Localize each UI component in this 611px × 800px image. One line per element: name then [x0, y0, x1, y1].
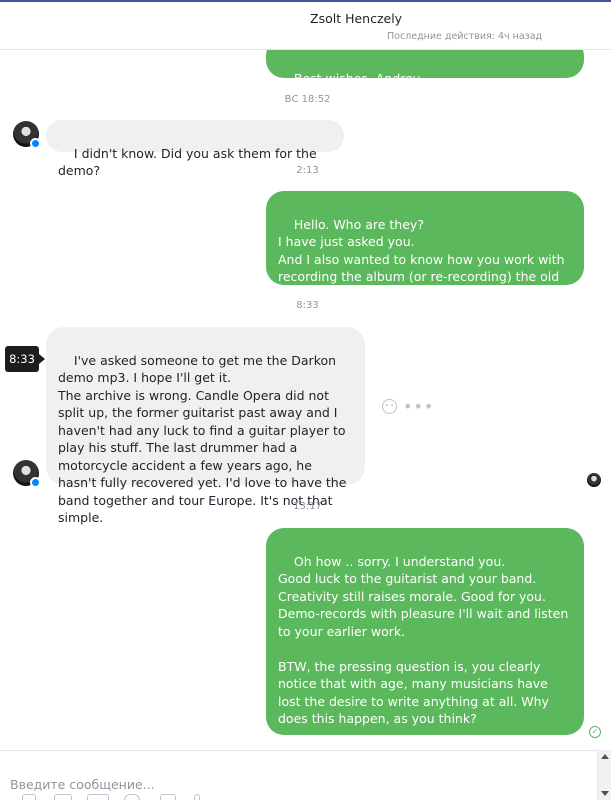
- scroll-down-icon[interactable]: [601, 791, 609, 796]
- message-text: I've asked someone to get me the Darkon …: [58, 352, 347, 526]
- sticker-icon[interactable]: [22, 794, 36, 800]
- timestamp: ВС 18:52: [284, 94, 331, 105]
- seen-avatar: [587, 473, 601, 487]
- contact-name[interactable]: Zsolt Henczely: [0, 11, 611, 26]
- message-text: Oh how .. sorry. I understand you. Good …: [278, 553, 569, 751]
- message-input[interactable]: [0, 751, 597, 800]
- contact-avatar[interactable]: [13, 460, 41, 488]
- messenger-badge-icon: [30, 138, 41, 149]
- message-list[interactable]: Best wishes, Andrey ВС 18:52 I didn't kn…: [0, 50, 611, 750]
- check-circle-icon: ✓: [589, 726, 601, 738]
- message-bubble-outgoing[interactable]: Oh how .. sorry. I understand you. Good …: [266, 528, 584, 750]
- timestamp: 2:13: [296, 165, 319, 176]
- message-bubble-incoming[interactable]: I've asked someone to get me the Darkon …: [46, 327, 365, 525]
- message-bubble-outgoing[interactable]: Best wishes, Andrey: [266, 50, 584, 86]
- timestamp: 8:33: [296, 300, 319, 311]
- message-composer: [0, 750, 597, 800]
- message-text: Hello. Who are they? I have just asked y…: [278, 216, 565, 302]
- scroll-up-icon[interactable]: [601, 754, 609, 759]
- contact-avatar[interactable]: [13, 121, 41, 149]
- attach-icon[interactable]: [194, 794, 200, 800]
- time-tooltip: 8:33: [5, 346, 45, 372]
- emoji-icon[interactable]: [124, 794, 140, 800]
- more-icon[interactable]: •••: [403, 399, 434, 415]
- message-bubble-outgoing[interactable]: Hello. Who are they? I have just asked y…: [266, 191, 584, 302]
- camera-icon[interactable]: [160, 794, 176, 800]
- smiley-icon[interactable]: [382, 399, 397, 414]
- message-text: Best wishes, Andrey: [293, 70, 421, 86]
- last-active-status: Последние действия: 4ч назад: [387, 31, 543, 42]
- chat-header: Zsolt Henczely Последние действия: 4ч на…: [0, 2, 611, 50]
- gif-icon[interactable]: [87, 794, 109, 800]
- photo-icon[interactable]: [54, 794, 72, 800]
- composer-scrollbar[interactable]: [597, 750, 611, 800]
- message-bubble-incoming[interactable]: I didn't know. Did you ask them for the …: [46, 120, 344, 178]
- timestamp: 13:17: [293, 501, 322, 512]
- messenger-badge-icon: [30, 477, 41, 488]
